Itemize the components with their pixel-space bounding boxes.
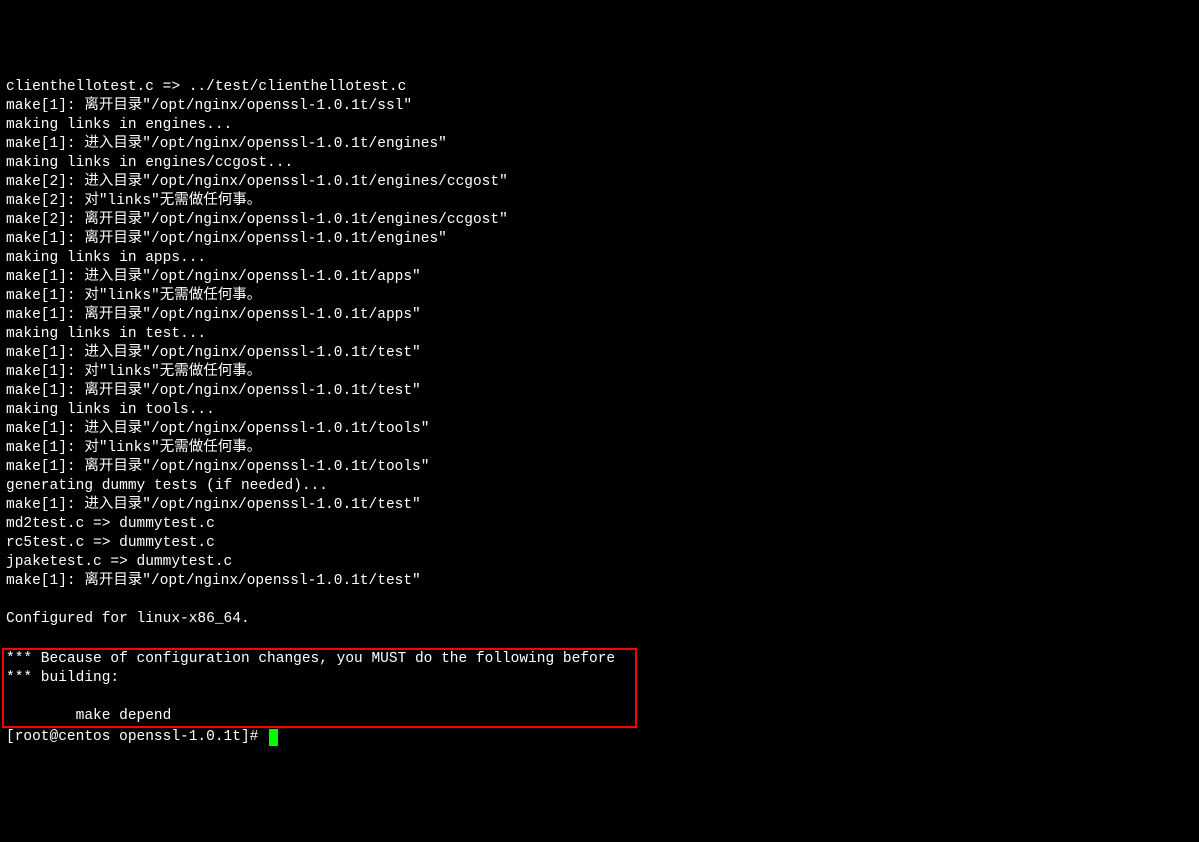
warning-line: *** Because of configuration changes, yo… [6,651,624,667]
output-line: make[1]: 进入目录"/opt/nginx/openssl-1.0.1t/… [6,497,421,513]
cursor-icon [269,729,278,746]
output-line: making links in engines... [6,117,232,133]
warning-highlight-box: *** Because of configuration changes, yo… [2,648,637,728]
output-line: make[2]: 进入目录"/opt/nginx/openssl-1.0.1t/… [6,174,508,190]
terminal-output: clienthellotest.c => ../test/clienthello… [6,78,1193,747]
output-line: make[1]: 进入目录"/opt/nginx/openssl-1.0.1t/… [6,421,429,437]
output-line: md2test.c => dummytest.c [6,516,215,532]
output-line: make[1]: 进入目录"/opt/nginx/openssl-1.0.1t/… [6,136,447,152]
output-line: making links in tools... [6,402,215,418]
output-line: Configured for linux-x86_64. [6,611,250,627]
output-line: make[2]: 对"links"无需做任何事。 [6,193,261,209]
output-line: make[1]: 离开目录"/opt/nginx/openssl-1.0.1t/… [6,383,421,399]
output-line: make[1]: 进入目录"/opt/nginx/openssl-1.0.1t/… [6,269,421,285]
output-line: make[1]: 离开目录"/opt/nginx/openssl-1.0.1t/… [6,459,429,475]
output-line: make[1]: 离开目录"/opt/nginx/openssl-1.0.1t/… [6,231,447,247]
output-line: make[1]: 离开目录"/opt/nginx/openssl-1.0.1t/… [6,307,421,323]
output-line: clienthellotest.c => ../test/clienthello… [6,79,406,95]
warning-line: *** building: [6,670,633,686]
output-line: making links in test... [6,326,206,342]
output-line: make[1]: 对"links"无需做任何事。 [6,364,261,380]
output-line: making links in engines/ccgost... [6,155,293,171]
warning-line: make depend [6,708,633,724]
output-line: make[1]: 离开目录"/opt/nginx/openssl-1.0.1t/… [6,98,412,114]
output-line: jpaketest.c => dummytest.c [6,554,232,570]
output-line: make[2]: 离开目录"/opt/nginx/openssl-1.0.1t/… [6,212,508,228]
output-line: make[1]: 离开目录"/opt/nginx/openssl-1.0.1t/… [6,573,421,589]
output-line: make[1]: 对"links"无需做任何事。 [6,288,261,304]
prompt-line[interactable]: [root@centos openssl-1.0.1t]# [6,728,1193,747]
warning-line [6,689,633,705]
shell-prompt: [root@centos openssl-1.0.1t]# [6,728,267,747]
output-line: make[1]: 进入目录"/opt/nginx/openssl-1.0.1t/… [6,345,421,361]
output-line: make[1]: 对"links"无需做任何事。 [6,440,261,456]
output-line: rc5test.c => dummytest.c [6,535,215,551]
output-line: generating dummy tests (if needed)... [6,478,328,494]
output-line: making links in apps... [6,250,206,266]
